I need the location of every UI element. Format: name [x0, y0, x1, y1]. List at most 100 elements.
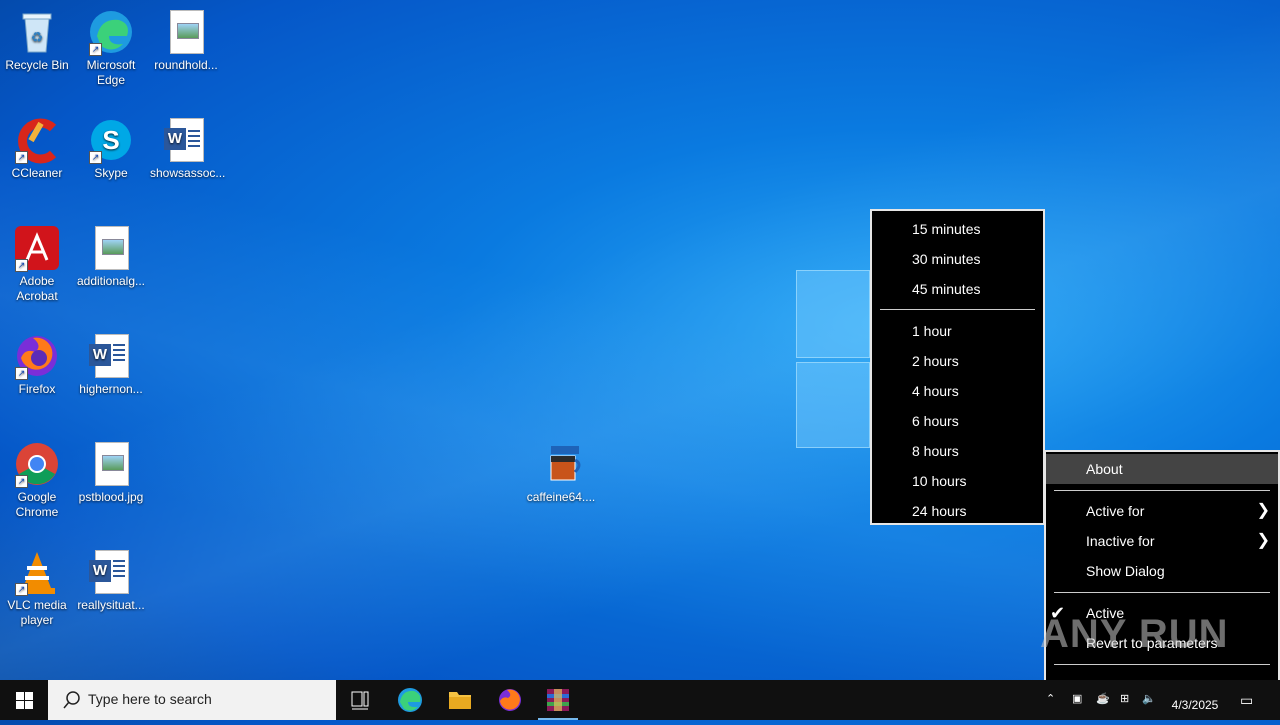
notification-icon[interactable]: ▭ [1240, 692, 1253, 709]
desktop-icon-pstblood[interactable]: pstblood.jpg [75, 440, 147, 505]
menu-item-4-hours[interactable]: 4 hours [872, 376, 1043, 406]
taskbar-firefox-button[interactable] [486, 680, 534, 720]
tray-caffeine-icon[interactable]: ☕ [1096, 692, 1110, 705]
folder-icon [449, 692, 471, 709]
chrome-icon: ↗ [13, 440, 61, 488]
menu-separator [1054, 490, 1270, 491]
chevron-right-icon: ❯ [1256, 502, 1270, 519]
desktop-icon-ccleaner[interactable]: ↗ CCleaner [1, 116, 73, 181]
taskbar-search-box[interactable]: Type here to search [48, 680, 336, 720]
tray-app-icon[interactable]: ▣ [1072, 692, 1082, 705]
winrar-icon [547, 689, 569, 711]
caffeine-icon [537, 440, 585, 488]
menu-item-2-hours[interactable]: 2 hours [872, 346, 1043, 376]
desktop-icon-label: reallysituat... [77, 598, 145, 612]
image-file-icon [162, 8, 210, 56]
menu-item-show-dialog[interactable]: Show Dialog [1046, 556, 1278, 586]
chevron-right-icon: ❯ [1256, 532, 1270, 549]
menu-item-label: 8 hours [912, 443, 959, 459]
desktop-icon-showsassoc[interactable]: W showsassoc... [150, 116, 226, 181]
word-doc-icon: W [87, 332, 135, 380]
search-placeholder: Type here to search [88, 691, 212, 707]
desktop-icon-vlc[interactable]: ↗ VLC media player [1, 548, 73, 628]
desktop-icon-reallysituat[interactable]: W reallysituat... [75, 548, 147, 613]
menu-item-8-hours[interactable]: 8 hours [872, 436, 1043, 466]
menu-item-label: 4 hours [912, 383, 959, 399]
svg-text:S: S [102, 125, 119, 155]
recycle-bin-icon: ♻ [13, 8, 61, 56]
taskbar-clock[interactable]: 4/3/2025 [1160, 698, 1230, 712]
task-view-icon [351, 691, 369, 710]
menu-separator [1054, 664, 1270, 665]
task-view-button[interactable] [336, 680, 384, 720]
menu-item-inactive-for[interactable]: Inactive for ❯ [1046, 526, 1278, 556]
desktop-icon-label: pstblood.jpg [78, 490, 144, 504]
desktop-icon-acrobat[interactable]: ↗ Adobe Acrobat [1, 224, 73, 304]
menu-item-10-hours[interactable]: 10 hours [872, 466, 1043, 496]
desktop-icon-firefox[interactable]: ↗ Firefox [1, 332, 73, 397]
menu-separator [880, 309, 1035, 310]
menu-item-label: 15 minutes [912, 221, 981, 237]
menu-item-label: Inactive for [1086, 533, 1155, 549]
menu-item-24-hours[interactable]: 24 hours [872, 496, 1043, 526]
taskbar-file-explorer-button[interactable] [436, 680, 484, 720]
menu-item-label: 1 hour [912, 323, 952, 339]
menu-item-label: Show Dialog [1086, 563, 1165, 579]
desktop-icon-caffeine[interactable]: caffeine64.... [525, 440, 597, 505]
desktop-icon-roundhold[interactable]: roundhold... [150, 8, 222, 73]
desktop-icon-label: VLC media player [7, 598, 67, 627]
taskbar-winrar-button[interactable] [534, 680, 582, 720]
menu-item-label: 45 minutes [912, 281, 981, 297]
menu-item-6-hours[interactable]: 6 hours [872, 406, 1043, 436]
menu-item-45-minutes[interactable]: 45 minutes [872, 274, 1043, 304]
menu-item-label: About [1086, 461, 1123, 477]
start-button[interactable] [0, 680, 48, 720]
menu-item-30-minutes[interactable]: 30 minutes [872, 244, 1043, 274]
volume-icon[interactable]: 🔈 [1142, 692, 1156, 705]
svg-text:♻: ♻ [31, 29, 44, 45]
clock-date: 4/3/2025 [1171, 698, 1219, 712]
tray-overflow-icon[interactable]: ⌃ [1046, 692, 1055, 705]
desktop-icon-skype[interactable]: S ↗ Skype [75, 116, 147, 181]
desktop-icon-label: caffeine64.... [526, 490, 596, 504]
anyrun-watermark: ANY RUN [1040, 612, 1229, 656]
desktop-icon-label: CCleaner [11, 166, 63, 180]
taskbar-edge-button[interactable] [386, 680, 434, 720]
desktop-icon-edge[interactable]: ↗ Microsoft Edge [75, 8, 147, 88]
menu-item-1-hour[interactable]: 1 hour [872, 316, 1043, 346]
firefox-icon: ↗ [13, 332, 61, 380]
edge-icon [398, 688, 422, 712]
menu-item-active-for[interactable]: Active for ❯ [1046, 496, 1278, 526]
acrobat-icon: ↗ [13, 224, 61, 272]
desktop-icon-highernon[interactable]: W highernon... [75, 332, 147, 397]
image-file-icon [87, 224, 135, 272]
menu-item-label: 10 hours [912, 473, 967, 489]
desktop-icon-label: highernon... [79, 382, 143, 396]
active-for-submenu: 15 minutes 30 minutes 45 minutes 1 hour … [870, 209, 1045, 525]
desktop-icon-additionalg[interactable]: additionalg... [75, 224, 147, 289]
desktop-icon-label: additionalg... [76, 274, 146, 288]
menu-item-label: Active for [1086, 503, 1145, 519]
desktop-icon-label: Firefox [18, 382, 56, 396]
desktop-icon-label: Skype [94, 166, 128, 180]
menu-item-15-minutes[interactable]: 15 minutes [872, 214, 1043, 244]
desktop-icon-label: Recycle Bin [5, 58, 69, 72]
desktop-icon-recycle-bin[interactable]: ♻ Recycle Bin [1, 8, 73, 73]
word-doc-icon: W [87, 548, 135, 596]
skype-icon: S ↗ [87, 116, 135, 164]
menu-item-label: 24 hours [912, 503, 967, 519]
desktop-icon-label: showsassoc... [150, 166, 226, 180]
menu-item-about[interactable]: About [1046, 454, 1278, 484]
search-icon [63, 691, 80, 709]
image-file-icon [87, 440, 135, 488]
ccleaner-icon: ↗ [13, 116, 61, 164]
desktop-icon-chrome[interactable]: ↗ Google Chrome [1, 440, 73, 520]
desktop-icon-label: Microsoft Edge [86, 58, 136, 87]
windows-logo-wallpaper [796, 262, 876, 448]
menu-item-label: 6 hours [912, 413, 959, 429]
network-icon[interactable]: ⊞ [1120, 692, 1129, 705]
desktop-icon-label: Google Chrome [15, 490, 59, 519]
menu-separator [1054, 592, 1270, 593]
menu-item-label: 30 minutes [912, 251, 981, 267]
firefox-icon [499, 689, 521, 711]
